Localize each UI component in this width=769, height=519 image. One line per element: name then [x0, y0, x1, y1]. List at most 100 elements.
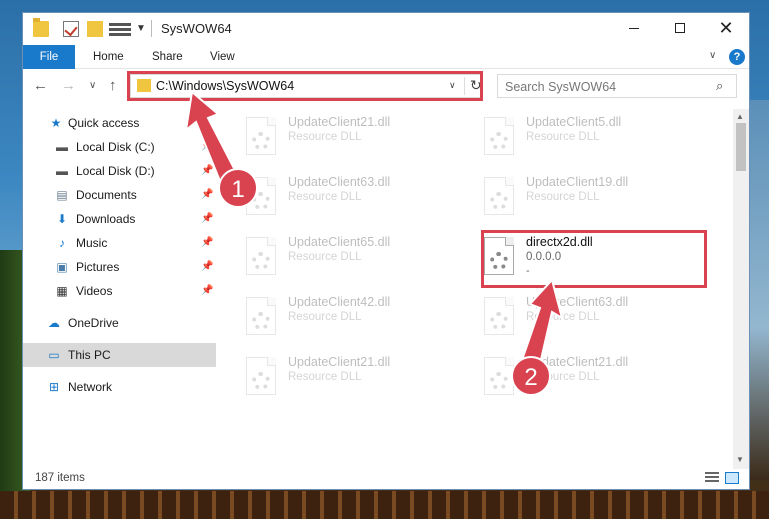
videos-icon: ▦	[56, 284, 68, 298]
pin-icon[interactable]: 📌	[201, 261, 213, 272]
navigation-pane: ★ Quick access ▬ Local Disk (C:) 📌 ▬ Loc…	[23, 109, 216, 469]
back-arrow-icon[interactable]: ←	[33, 77, 48, 94]
sidebar-item-downloads[interactable]: ⬇ Downloads 📌	[23, 207, 216, 231]
large-icons-view-icon[interactable]	[725, 472, 739, 484]
file-item[interactable]: UpdateClient42.dll Resource DLL	[240, 291, 466, 343]
title-separator	[151, 20, 152, 37]
minimize-button[interactable]	[611, 13, 657, 43]
file-type: Resource DLL	[288, 191, 362, 203]
sidebar-item-this-pc[interactable]: ▭ This PC	[23, 343, 216, 367]
sidebar-item-label: Documents	[76, 188, 137, 202]
file-item[interactable]: UpdateClient21.dll Resource DLL	[240, 111, 466, 163]
ribbon: File Home Share View ∨ ?	[23, 45, 749, 69]
help-icon[interactable]: ?	[729, 49, 745, 65]
vertical-scrollbar[interactable]: ▲ ▼	[733, 109, 749, 469]
download-icon: ⬇	[56, 212, 68, 226]
file-item[interactable]: UpdateClient63.dll Resource DLL	[478, 291, 704, 343]
new-folder-icon[interactable]	[87, 21, 103, 37]
pin-icon[interactable]: 📌	[201, 189, 213, 200]
window-title: SysWOW64	[161, 21, 232, 36]
file-type: Resource DLL	[526, 191, 600, 203]
computer-icon: ▭	[48, 348, 60, 362]
sidebar-item-network[interactable]: ⊞ Network	[23, 375, 216, 399]
sidebar-item-quick-access[interactable]: ★ Quick access	[23, 111, 216, 135]
background-scenery	[749, 100, 769, 480]
details-view-icon[interactable]	[705, 472, 719, 484]
tab-home[interactable]: Home	[81, 45, 136, 69]
cloud-icon: ☁	[48, 316, 60, 330]
network-icon: ⊞	[48, 380, 60, 394]
pin-icon[interactable]: 📌	[201, 213, 213, 224]
folder-icon[interactable]	[33, 18, 49, 37]
file-type: Resource DLL	[526, 311, 600, 323]
sidebar-item-label: OneDrive	[68, 316, 119, 330]
file-type: Resource DLL	[288, 311, 362, 323]
file-item[interactable]: UpdateClient65.dll Resource DLL	[240, 231, 466, 283]
file-name: UpdateClient63.dll	[526, 295, 629, 309]
title-bar: ▼ SysWOW64 ✕	[23, 13, 749, 45]
star-icon: ★	[50, 116, 62, 130]
sidebar-item-label: Pictures	[76, 260, 120, 274]
tab-file[interactable]: File	[23, 45, 75, 69]
file-name: UpdateClient21.dll	[288, 355, 391, 369]
step-1-badge: 1	[218, 168, 258, 208]
drive-icon: ▬	[56, 140, 68, 154]
navigation-bar: ← → ∨ ↑ C:\Windows\SysWOW64 ∨ ↻ Search S…	[23, 69, 749, 103]
recent-locations-icon[interactable]: ∨	[89, 80, 96, 91]
customize-toolbar-icon[interactable]	[109, 21, 131, 37]
sidebar-item-label: Local Disk (D:)	[76, 164, 155, 178]
file-type: Resource DLL	[288, 251, 362, 263]
scrollbar-thumb[interactable]	[736, 123, 746, 171]
sidebar-item-label: Quick access	[68, 116, 140, 130]
file-item[interactable]: UpdateClient19.dll Resource DLL	[478, 171, 704, 223]
file-item[interactable]: UpdateClient5.dll Resource DLL	[478, 111, 704, 163]
tab-view[interactable]: View	[198, 45, 247, 69]
close-button[interactable]: ✕	[703, 13, 749, 43]
sidebar-item-music[interactable]: ♪ Music 📌	[23, 231, 216, 255]
sidebar-item-local-disk-d[interactable]: ▬ Local Disk (D:) 📌	[23, 159, 216, 183]
dll-file-icon	[246, 297, 276, 335]
dll-file-icon	[484, 177, 514, 215]
sidebar-item-label: Downloads	[76, 212, 136, 226]
forward-arrow-icon[interactable]: →	[61, 77, 76, 94]
file-explorer-window: ▼ SysWOW64 ✕ File Home Share View ∨ ? ← …	[22, 12, 750, 490]
background-railing	[0, 491, 769, 519]
sidebar-item-documents[interactable]: ▤ Documents 📌	[23, 183, 216, 207]
scroll-down-icon[interactable]: ▼	[736, 455, 744, 464]
pin-icon[interactable]: 📌	[201, 285, 213, 296]
properties-check-icon[interactable]	[63, 21, 79, 37]
address-highlight-box	[127, 71, 483, 101]
tab-share[interactable]: Share	[140, 45, 195, 69]
sidebar-item-videos[interactable]: ▦ Videos 📌	[23, 279, 216, 303]
file-type: Resource DLL	[288, 131, 362, 143]
file-type: Resource DLL	[288, 371, 362, 383]
dll-file-icon	[246, 357, 276, 395]
chevron-down-icon[interactable]: ▼	[136, 23, 146, 34]
file-item[interactable]: UpdateClient21.dll Resource DLL	[240, 351, 466, 403]
sidebar-item-onedrive[interactable]: ☁ OneDrive	[23, 311, 216, 335]
sidebar-item-label: Videos	[76, 284, 113, 298]
dll-file-icon	[246, 237, 276, 275]
pin-icon[interactable]: 📌	[201, 237, 213, 248]
up-arrow-icon[interactable]: ↑	[109, 77, 117, 94]
scroll-up-icon[interactable]: ▲	[736, 112, 744, 121]
pin-icon[interactable]: 📌	[201, 141, 213, 152]
documents-icon: ▤	[56, 188, 68, 202]
file-item[interactable]: UpdateClient63.dll Resource DLL	[240, 171, 466, 223]
pin-icon[interactable]: 📌	[201, 165, 213, 176]
music-icon: ♪	[59, 236, 65, 250]
expand-ribbon-icon[interactable]: ∨	[709, 50, 716, 61]
file-name: UpdateClient19.dll	[526, 175, 629, 189]
sidebar-item-pictures[interactable]: ▣ Pictures 📌	[23, 255, 216, 279]
item-count: 187 items	[35, 472, 85, 484]
dll-file-icon	[246, 117, 276, 155]
file-name: UpdateClient42.dll	[288, 295, 391, 309]
maximize-button[interactable]	[657, 13, 703, 43]
search-input[interactable]: Search SysWOW64 ⌕	[497, 74, 737, 98]
search-icon[interactable]: ⌕	[716, 78, 723, 94]
file-name: UpdateClient63.dll	[288, 175, 391, 189]
file-name: UpdateClient5.dll	[526, 115, 622, 129]
drive-icon: ▬	[56, 164, 68, 178]
sidebar-item-local-disk-c[interactable]: ▬ Local Disk (C:) 📌	[23, 135, 216, 159]
file-type: Resource DLL	[526, 131, 600, 143]
